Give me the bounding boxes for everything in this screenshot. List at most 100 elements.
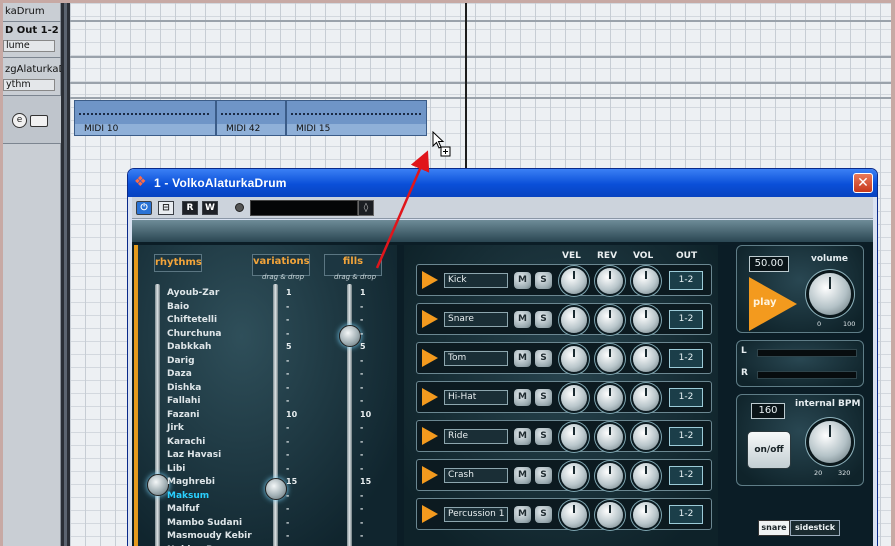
write-automation-button[interactable]: W: [202, 201, 218, 215]
volume-knob[interactable]: [809, 273, 851, 315]
folder-icon[interactable]: [30, 115, 48, 127]
reverb-knob[interactable]: [597, 346, 623, 372]
solo-button[interactable]: S: [535, 467, 552, 484]
rhythm-item[interactable]: Darig: [167, 356, 195, 366]
mute-button[interactable]: M: [514, 311, 531, 328]
compare-button[interactable]: ⊟: [158, 201, 174, 215]
rhythm-item[interactable]: Maksum: [167, 491, 209, 501]
rhythm-slider-knob[interactable]: [147, 474, 169, 496]
volume-knob[interactable]: [633, 424, 659, 450]
track-midi[interactable]: e: [3, 96, 61, 144]
solo-button[interactable]: S: [535, 272, 552, 289]
midi-part[interactable]: MIDI 10: [74, 100, 216, 136]
edit-instrument-icon[interactable]: e: [12, 113, 27, 128]
read-automation-button[interactable]: R: [182, 201, 198, 215]
volume-knob[interactable]: [633, 385, 659, 411]
trigger-play-icon[interactable]: [422, 271, 438, 289]
close-button[interactable]: ✕: [853, 173, 873, 193]
fills-slider-knob[interactable]: [339, 325, 361, 347]
trigger-play-icon[interactable]: [422, 505, 438, 523]
trigger-play-icon[interactable]: [422, 466, 438, 484]
mute-button[interactable]: M: [514, 506, 531, 523]
velocity-knob[interactable]: [561, 463, 587, 489]
track-out[interactable]: D Out 1-2 lume: [3, 22, 61, 58]
solo-button[interactable]: S: [535, 389, 552, 406]
volume-knob[interactable]: [633, 307, 659, 333]
solo-button[interactable]: S: [535, 350, 552, 367]
reverb-knob[interactable]: [597, 463, 623, 489]
rhythm-item[interactable]: Dishka: [167, 383, 201, 393]
rhythm-item[interactable]: Mambo Sudani: [167, 518, 242, 528]
bpm-knob[interactable]: [809, 421, 851, 463]
window-titlebar[interactable]: ❖ 1 - VolkoAlaturkaDrum ✕: [128, 169, 877, 197]
rhythm-item[interactable]: Churchuna: [167, 329, 222, 339]
reverb-knob[interactable]: [597, 385, 623, 411]
mute-button[interactable]: M: [514, 272, 531, 289]
rhythm-item[interactable]: Laz Havasi: [167, 450, 221, 460]
scale-tick: -: [286, 423, 290, 432]
rhythm-item[interactable]: Ayoub-Zar: [167, 288, 219, 298]
preset-menu-button[interactable]: ◊: [358, 200, 374, 216]
output-selector[interactable]: 1-2: [669, 349, 703, 368]
output-selector[interactable]: 1-2: [669, 505, 703, 524]
midi-part[interactable]: MIDI 15: [286, 100, 427, 136]
output-selector[interactable]: 1-2: [669, 466, 703, 485]
midi-part[interactable]: MIDI 42: [216, 100, 286, 136]
velocity-knob[interactable]: [561, 385, 587, 411]
track-drum[interactable]: kaDrum: [3, 3, 61, 22]
rhythm-item[interactable]: Fazani: [167, 410, 200, 420]
track-volume-field[interactable]: lume: [3, 40, 55, 52]
rhythm-item[interactable]: Daza: [167, 369, 192, 379]
rhythm-item[interactable]: Maghrebi: [167, 477, 215, 487]
rhythm-item[interactable]: Malfuf: [167, 504, 199, 514]
tab-rhythms[interactable]: rhythms: [154, 254, 202, 272]
velocity-knob[interactable]: [561, 346, 587, 372]
sidestick-button[interactable]: sidestick: [790, 520, 840, 536]
rhythm-item[interactable]: Karachi: [167, 437, 205, 447]
solo-button[interactable]: S: [535, 311, 552, 328]
reverb-knob[interactable]: [597, 268, 623, 294]
mute-button[interactable]: M: [514, 428, 531, 445]
trigger-play-icon[interactable]: [422, 310, 438, 328]
rhythm-item[interactable]: Fallahi: [167, 396, 200, 406]
rhythm-item[interactable]: Baio: [167, 302, 189, 312]
velocity-knob[interactable]: [561, 307, 587, 333]
mute-button[interactable]: M: [514, 467, 531, 484]
volume-knob[interactable]: [633, 346, 659, 372]
volume-knob[interactable]: [633, 463, 659, 489]
rhythm-item[interactable]: Chiftetelli: [167, 315, 217, 325]
output-selector[interactable]: 1-2: [669, 310, 703, 329]
volume-knob[interactable]: [633, 268, 659, 294]
volume-knob[interactable]: [633, 502, 659, 528]
velocity-knob[interactable]: [561, 268, 587, 294]
rhythm-item[interactable]: Jirk: [167, 423, 184, 433]
track-rhythm-field[interactable]: ythm: [3, 79, 55, 91]
mute-button[interactable]: M: [514, 389, 531, 406]
trigger-play-icon[interactable]: [422, 427, 438, 445]
reverb-knob[interactable]: [597, 307, 623, 333]
power-button[interactable]: ⏻: [136, 201, 152, 215]
rhythm-item[interactable]: Libi: [167, 464, 185, 474]
trigger-play-icon[interactable]: [422, 388, 438, 406]
velocity-knob[interactable]: [561, 502, 587, 528]
mute-button[interactable]: M: [514, 350, 531, 367]
output-selector[interactable]: 1-2: [669, 427, 703, 446]
solo-button[interactable]: S: [535, 506, 552, 523]
variation-slider-knob[interactable]: [265, 478, 287, 500]
rhythm-item[interactable]: Dabkkah: [167, 342, 211, 352]
velocity-knob[interactable]: [561, 424, 587, 450]
preset-field[interactable]: [250, 200, 358, 216]
reverb-knob[interactable]: [597, 424, 623, 450]
rhythm-slider-track[interactable]: [155, 284, 160, 546]
reverb-knob[interactable]: [597, 502, 623, 528]
rhythm-item[interactable]: Masmoudy Kebir: [167, 531, 252, 541]
trigger-play-icon[interactable]: [422, 349, 438, 367]
variation-slider-track[interactable]: [273, 284, 278, 546]
solo-button[interactable]: S: [535, 428, 552, 445]
track-alaturka[interactable]: zgAlaturkaD ythm: [3, 58, 66, 96]
fills-slider-track[interactable]: [347, 284, 352, 546]
output-selector[interactable]: 1-2: [669, 271, 703, 290]
snare-button[interactable]: snare: [758, 520, 790, 536]
output-selector[interactable]: 1-2: [669, 388, 703, 407]
internal-bpm-toggle[interactable]: on/off: [747, 431, 791, 469]
